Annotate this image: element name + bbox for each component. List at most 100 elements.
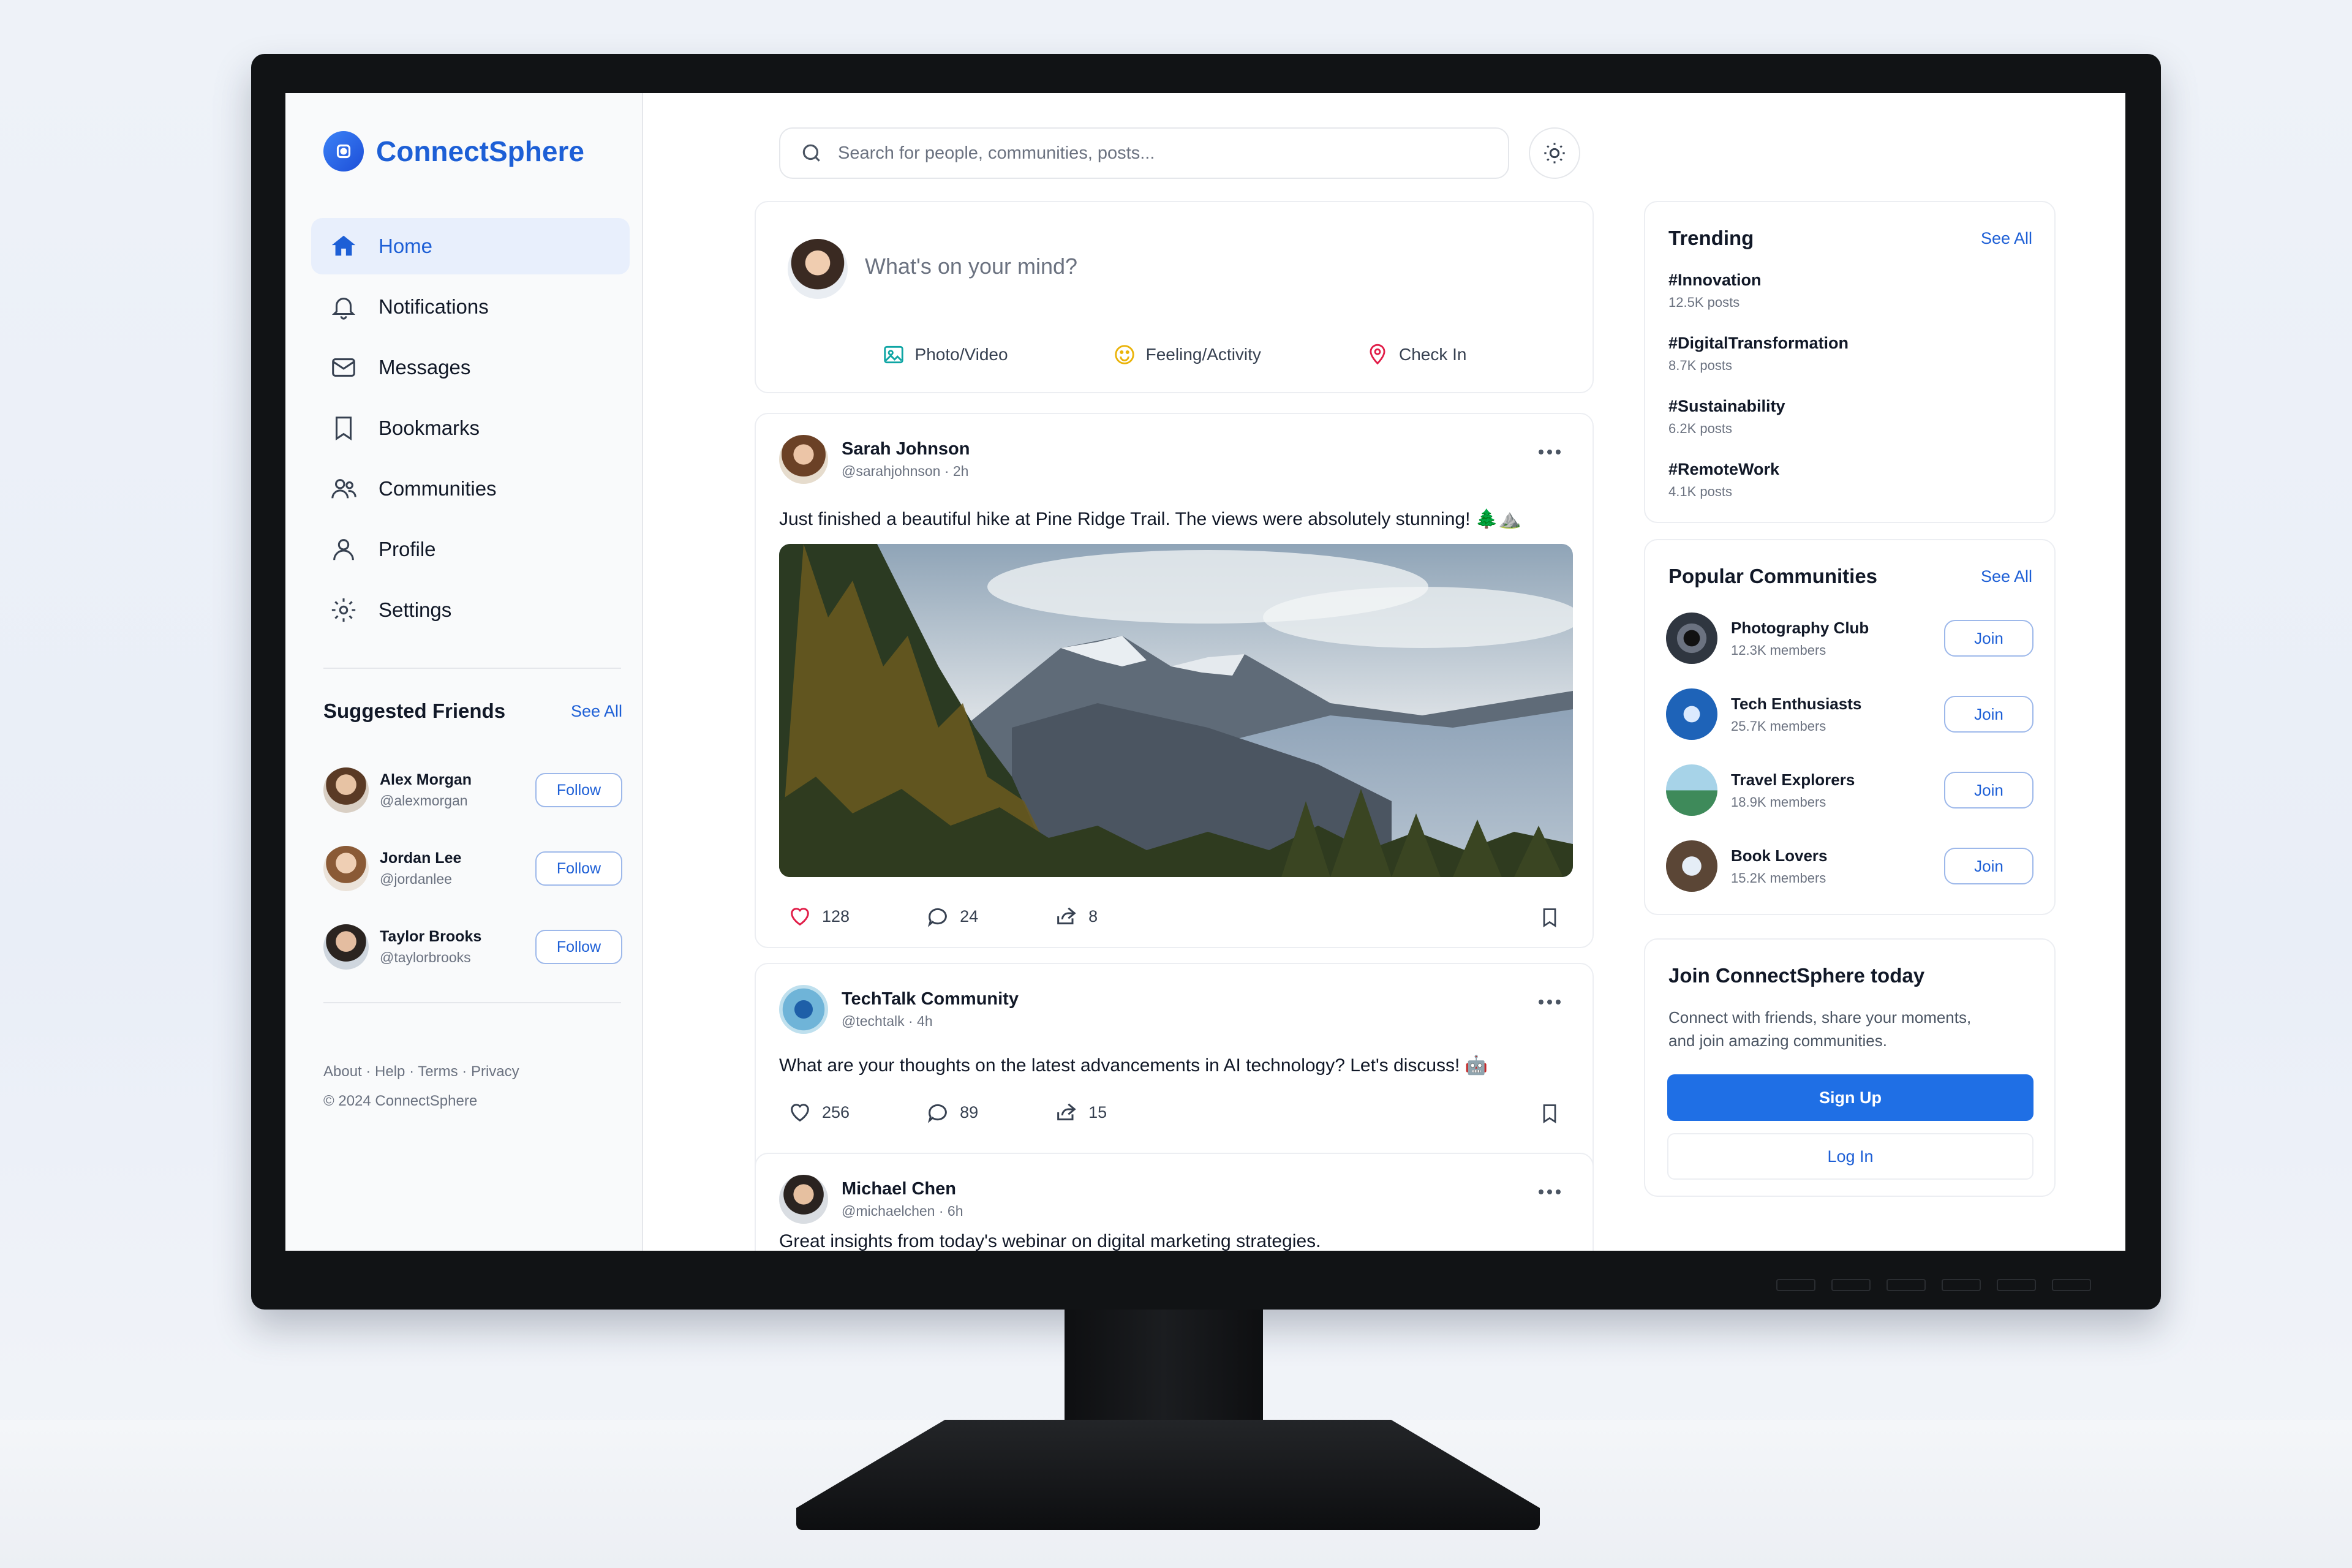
share-button[interactable]: 15 (1054, 1100, 1107, 1125)
see-all-communities-link[interactable]: See All (1981, 567, 2032, 586)
post-author[interactable]: Michael Chen (842, 1179, 963, 1199)
current-user-avatar[interactable] (788, 239, 848, 299)
post-author[interactable]: TechTalk Community (842, 989, 1019, 1009)
nav-item-settings[interactable]: Settings (311, 582, 630, 638)
trending-item[interactable]: #Innovation 12.5K posts (1668, 271, 1762, 311)
friend-name[interactable]: Jordan Lee (380, 850, 461, 867)
section-title: Join ConnectSphere today (1668, 964, 1925, 987)
join-description-line: Connect with friends, share your moments… (1668, 1008, 1972, 1027)
sign-up-button[interactable]: Sign Up (1667, 1074, 2034, 1121)
trending-panel: Trending See All #Innovation 12.5K posts… (1644, 201, 2056, 523)
photo-video-button[interactable]: Photo/Video (882, 343, 1008, 366)
search-input[interactable] (838, 143, 1475, 164)
app-screen: ConnectSphere Home Notifications Message… (285, 93, 2125, 1251)
join-button[interactable]: Join (1944, 772, 2034, 809)
section-title: Trending (1668, 227, 1754, 249)
share-icon (1057, 1103, 1076, 1121)
comment-button[interactable]: 89 (925, 1100, 978, 1125)
comment-icon (927, 1104, 947, 1123)
community-name[interactable]: Tech Enthusiasts (1731, 695, 1861, 714)
more-options-icon[interactable] (1537, 448, 1562, 456)
nav-item-bookmarks[interactable]: Bookmarks (311, 400, 630, 456)
friend-name[interactable]: Taylor Brooks (380, 928, 481, 946)
check-in-button[interactable]: Check In (1366, 343, 1466, 366)
follow-button[interactable]: Follow (535, 773, 622, 807)
trend-count: 8.7K posts (1668, 358, 1732, 373)
author-avatar[interactable] (779, 1175, 828, 1224)
post-meta: @techtalk · 4h (842, 1013, 933, 1029)
more-options-icon[interactable] (1537, 1188, 1562, 1196)
avatar[interactable] (323, 767, 369, 813)
monitor-button (1776, 1279, 1815, 1291)
heart-icon (791, 908, 809, 926)
post-image[interactable] (779, 544, 1573, 877)
suggested-friends: Suggested Friends See All Alex Morgan @a… (323, 699, 622, 986)
image-icon (883, 345, 903, 364)
chip-icon[interactable] (1666, 688, 1717, 740)
comment-button[interactable]: 24 (925, 904, 978, 929)
friend-name[interactable]: Alex Morgan (380, 771, 472, 789)
logo-icon (323, 131, 364, 172)
community-name[interactable]: Travel Explorers (1731, 771, 1855, 790)
comment-count: 89 (960, 1102, 979, 1121)
community-item: Tech Enthusiasts 25.7K members Join (1666, 688, 2034, 740)
like-button[interactable]: 256 (788, 1100, 850, 1125)
camera-icon[interactable] (1666, 612, 1717, 664)
trending-item[interactable]: #Sustainability 6.2K posts (1668, 397, 1785, 437)
trending-item[interactable]: #RemoteWork 4.1K posts (1668, 460, 1779, 500)
like-button[interactable]: 128 (788, 904, 850, 929)
bookmark-icon[interactable] (1539, 1101, 1561, 1126)
see-all-friends-link[interactable]: See All (571, 702, 622, 721)
app-name: ConnectSphere (376, 135, 584, 167)
like-count: 128 (822, 907, 850, 925)
search-bar (779, 127, 1509, 179)
location-pin-icon (1370, 344, 1385, 365)
nav-item-home[interactable]: Home (311, 218, 630, 274)
theme-toggle-button[interactable] (1529, 127, 1580, 179)
nav-label: Home (379, 235, 433, 257)
friend-item: Jordan Lee @jordanlee Follow (323, 829, 622, 908)
comment-icon (927, 908, 947, 927)
friend-handle: @jordanlee (380, 871, 452, 887)
nav-item-notifications[interactable]: Notifications (311, 279, 630, 335)
user-icon (333, 539, 354, 560)
community-item: Photography Club 12.3K members Join (1666, 612, 2034, 664)
feed-post: Michael Chen @michaelchen · 6h Great ins… (755, 1153, 1594, 1251)
join-button[interactable]: Join (1944, 620, 2034, 657)
nav-item-communities[interactable]: Communities (311, 461, 630, 517)
footer-links[interactable]: About · Help · Terms · Privacy (323, 1057, 519, 1087)
nav-item-messages[interactable]: Messages (311, 339, 630, 396)
join-button[interactable]: Join (1944, 848, 2034, 884)
traveler-icon[interactable] (1666, 764, 1717, 816)
monitor-button (1887, 1279, 1926, 1291)
more-options-icon[interactable] (1537, 998, 1562, 1006)
book-icon[interactable] (1666, 840, 1717, 892)
trending-item[interactable]: #DigitalTransformation 8.7K posts (1668, 334, 1849, 374)
monitor-button (2052, 1279, 2091, 1291)
trend-tag: #Sustainability (1668, 397, 1785, 415)
comment-count: 24 (960, 907, 979, 925)
bookmark-icon[interactable] (1539, 905, 1561, 930)
nav-label: Bookmarks (379, 417, 480, 439)
log-in-button[interactable]: Log In (1667, 1133, 2034, 1180)
nav-label: Settings (379, 598, 452, 621)
post-text: Just finished a beautiful hike at Pine R… (779, 509, 1521, 529)
avatar[interactable] (323, 924, 369, 970)
friend-item: Taylor Brooks @taylorbrooks Follow (323, 908, 622, 986)
community-name[interactable]: Photography Club (1731, 619, 1869, 638)
app-logo[interactable]: ConnectSphere (323, 131, 584, 172)
follow-button[interactable]: Follow (535, 851, 622, 886)
join-button[interactable]: Join (1944, 696, 2034, 733)
share-button[interactable]: 8 (1054, 904, 1098, 929)
feeling-activity-button[interactable]: Feeling/Activity (1113, 343, 1261, 366)
community-name[interactable]: Book Lovers (1731, 846, 1828, 865)
composer-input[interactable]: What's on your mind? (865, 254, 1077, 279)
action-label: Photo/Video (914, 345, 1008, 364)
nav-item-profile[interactable]: Profile (311, 521, 630, 578)
author-avatar[interactable] (779, 435, 828, 484)
author-avatar[interactable] (779, 985, 828, 1034)
post-author[interactable]: Sarah Johnson (842, 439, 970, 459)
see-all-trending-link[interactable]: See All (1981, 229, 2032, 248)
follow-button[interactable]: Follow (535, 930, 622, 964)
avatar[interactable] (323, 846, 369, 891)
